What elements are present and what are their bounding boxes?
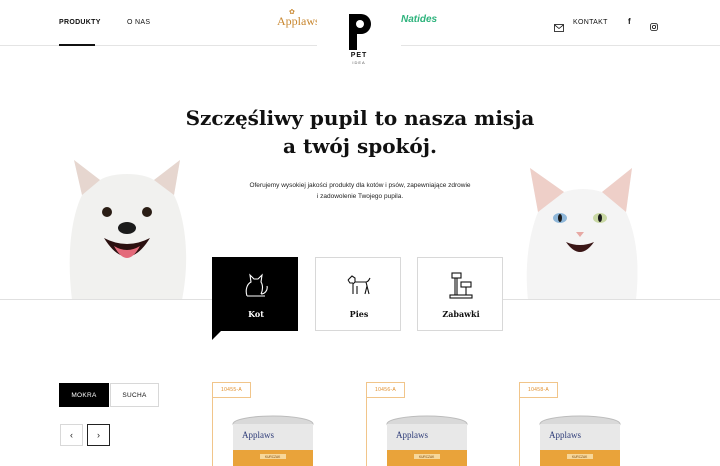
category-tab-zabawki[interactable]: Zabawki [417,257,503,331]
brand-applaws-link[interactable]: Applaws [277,14,320,29]
brand-natides-link[interactable]: Natides [401,14,437,25]
filter-mokra-button[interactable]: MOKRA [59,383,109,407]
divider-line-left [0,299,212,300]
logo-p-mark [349,14,371,50]
hero-subtitle-line-1: Oferujemy wysokiej jakości produkty dla … [249,182,471,189]
instagram-icon[interactable] [650,18,658,31]
carousel-prev-button[interactable]: ‹ [60,424,83,446]
carousel-next-button[interactable]: › [87,424,110,446]
filter-sucha-button[interactable]: SUCHA [110,383,159,407]
cat-icon [245,273,268,297]
hero-subtitle: Oferujemy wysokiej jakości produkty dla … [225,180,495,202]
hero-title: Szczęśliwy pupil to nasza misja a twój s… [160,104,560,160]
can-flavor-text: KURCZAK [265,455,281,459]
facebook-icon[interactable]: f [628,17,631,26]
can-brand-text: Applaws [549,430,581,440]
cat-photo [526,168,638,300]
product-code-badge: 10458-A [519,382,559,398]
logo-subtext: IDEA [352,60,366,65]
category-tab-pies[interactable]: Pies [315,257,401,331]
can-flavor-text: KURCZAK [419,455,435,459]
product-code-badge: 10456-A [366,382,406,398]
hero-subtitle-line-2: i zadowolenie Twojego pupila. [316,193,404,200]
hero-title-line-1: Szczęśliwy pupil to nasza misja [185,106,535,130]
product-can-image: Applaws KURCZAK [539,415,621,466]
category-label: Zabawki [442,309,480,319]
nav-active-underline [59,44,95,46]
product-can-image: Applaws KURCZAK [386,415,468,466]
category-label: Pies [349,309,369,319]
active-tab-pointer [212,330,222,340]
nav-o-nas[interactable]: O NAS [127,19,150,26]
category-label: Kot [248,309,264,319]
dog-photo [69,160,187,300]
product-card[interactable]: 10458-A Applaws KURCZAK [519,382,639,466]
logo-text: PET [350,52,368,59]
hero-title-line-2: a twój spokój. [283,134,437,158]
can-brand-text: Applaws [242,430,274,440]
product-code-badge: 10455-A [212,382,252,398]
kontakt-link[interactable]: KONTAKT [573,19,608,26]
product-card[interactable]: 10456-A Applaws KURCZAK [366,382,486,466]
divider-line-right [503,299,720,300]
mail-icon[interactable] [554,19,564,32]
product-can-image: Applaws KURCZAK [232,415,314,466]
pet-idea-logo[interactable]: PET IDEA [317,0,401,72]
cat-tree-icon [449,272,473,299]
can-flavor-text: KURCZAK [572,455,588,459]
product-card[interactable]: 10455-A Applaws KURCZAK [212,382,332,466]
can-brand-text: Applaws [396,430,428,440]
category-tab-kot[interactable]: Kot [212,257,298,331]
dog-icon [347,275,371,295]
nav-produkty[interactable]: PRODUKTY [59,19,101,26]
